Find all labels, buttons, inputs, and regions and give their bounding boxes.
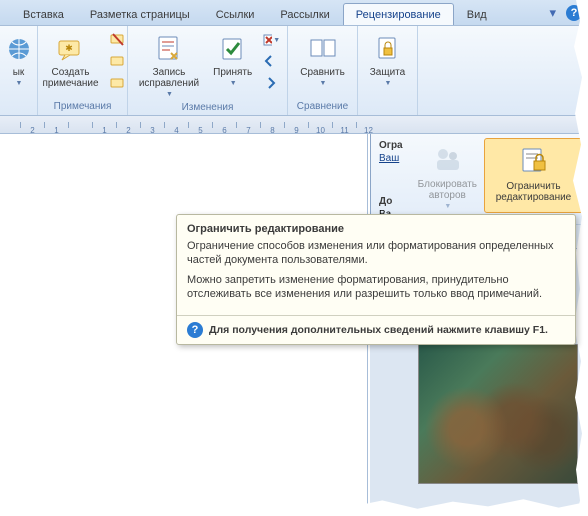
- prev-change-button[interactable]: [261, 52, 281, 72]
- ribbon: ык ▼ ✱ Создать примечание Примечания: [0, 26, 588, 116]
- tooltip-footer-text: Для получения дополнительных сведений на…: [209, 324, 548, 336]
- accept-label: Принять: [213, 67, 252, 78]
- comments-group-title: Примечания: [54, 100, 112, 113]
- tooltip-text: Ограничение способов изменения или форма…: [187, 239, 565, 267]
- accept-button[interactable]: Принять ▼: [208, 30, 257, 90]
- tab-layout[interactable]: Разметка страницы: [77, 3, 203, 25]
- track-changes-button[interactable]: Запись исправлений ▼: [134, 30, 204, 101]
- ruler[interactable]: 21123456789101112: [0, 116, 588, 134]
- chevron-down-icon: ▼: [230, 80, 237, 87]
- reject-button[interactable]: ▼: [261, 30, 281, 50]
- pane-subtitle: Ваш: [375, 153, 407, 164]
- new-comment-button[interactable]: ✱ Создать примечание: [37, 30, 103, 92]
- next-comment-button[interactable]: [108, 74, 128, 94]
- document-image: [418, 344, 578, 484]
- ribbon-tabs: Вставка Разметка страницы Ссылки Рассылк…: [0, 0, 588, 26]
- protect-label: Защита: [370, 67, 405, 78]
- language-label: ык: [13, 67, 25, 78]
- track-changes-label: Запись исправлений: [139, 67, 199, 89]
- chevron-down-icon: ▼: [385, 80, 392, 87]
- pane-title: Огра: [375, 138, 407, 153]
- chevron-down-icon: ▼: [16, 80, 23, 87]
- chevron-down-icon: ▼: [166, 91, 173, 98]
- tab-review[interactable]: Рецензирование: [343, 3, 454, 25]
- tooltip-text: Можно запретить изменение форматирования…: [187, 273, 565, 301]
- prev-comment-button[interactable]: [108, 52, 128, 72]
- restrict-editing-button[interactable]: Ограничить редактирование: [484, 138, 583, 213]
- language-button[interactable]: ык ▼: [0, 30, 40, 90]
- tooltip-title: Ограничить редактирование: [177, 215, 575, 239]
- delete-comment-button[interactable]: [108, 30, 128, 50]
- compare-group-title: Сравнение: [297, 100, 348, 113]
- compare-button[interactable]: Сравнить ▼: [295, 30, 350, 90]
- tooltip: Ограничить редактирование Ограничение сп…: [176, 214, 576, 345]
- tab-mailings[interactable]: Рассылки: [267, 3, 342, 25]
- block-authors-button: Блокировать авторов ▼: [413, 138, 482, 213]
- next-change-button[interactable]: [261, 74, 281, 94]
- chevron-down-icon: ▼: [320, 80, 327, 87]
- tab-insert[interactable]: Вставка: [10, 3, 77, 25]
- compare-label: Сравнить: [300, 67, 345, 78]
- minimize-ribbon-icon[interactable]: ▾: [549, 5, 556, 21]
- protect-button[interactable]: Защита ▼: [365, 30, 410, 90]
- new-comment-label: Создать примечание: [42, 67, 98, 89]
- changes-group-title: Изменения: [182, 101, 234, 114]
- tab-view[interactable]: Вид: [454, 3, 500, 25]
- tab-links[interactable]: Ссылки: [203, 3, 268, 25]
- help-icon: ?: [187, 322, 203, 338]
- svg-text:✱: ✱: [65, 43, 73, 53]
